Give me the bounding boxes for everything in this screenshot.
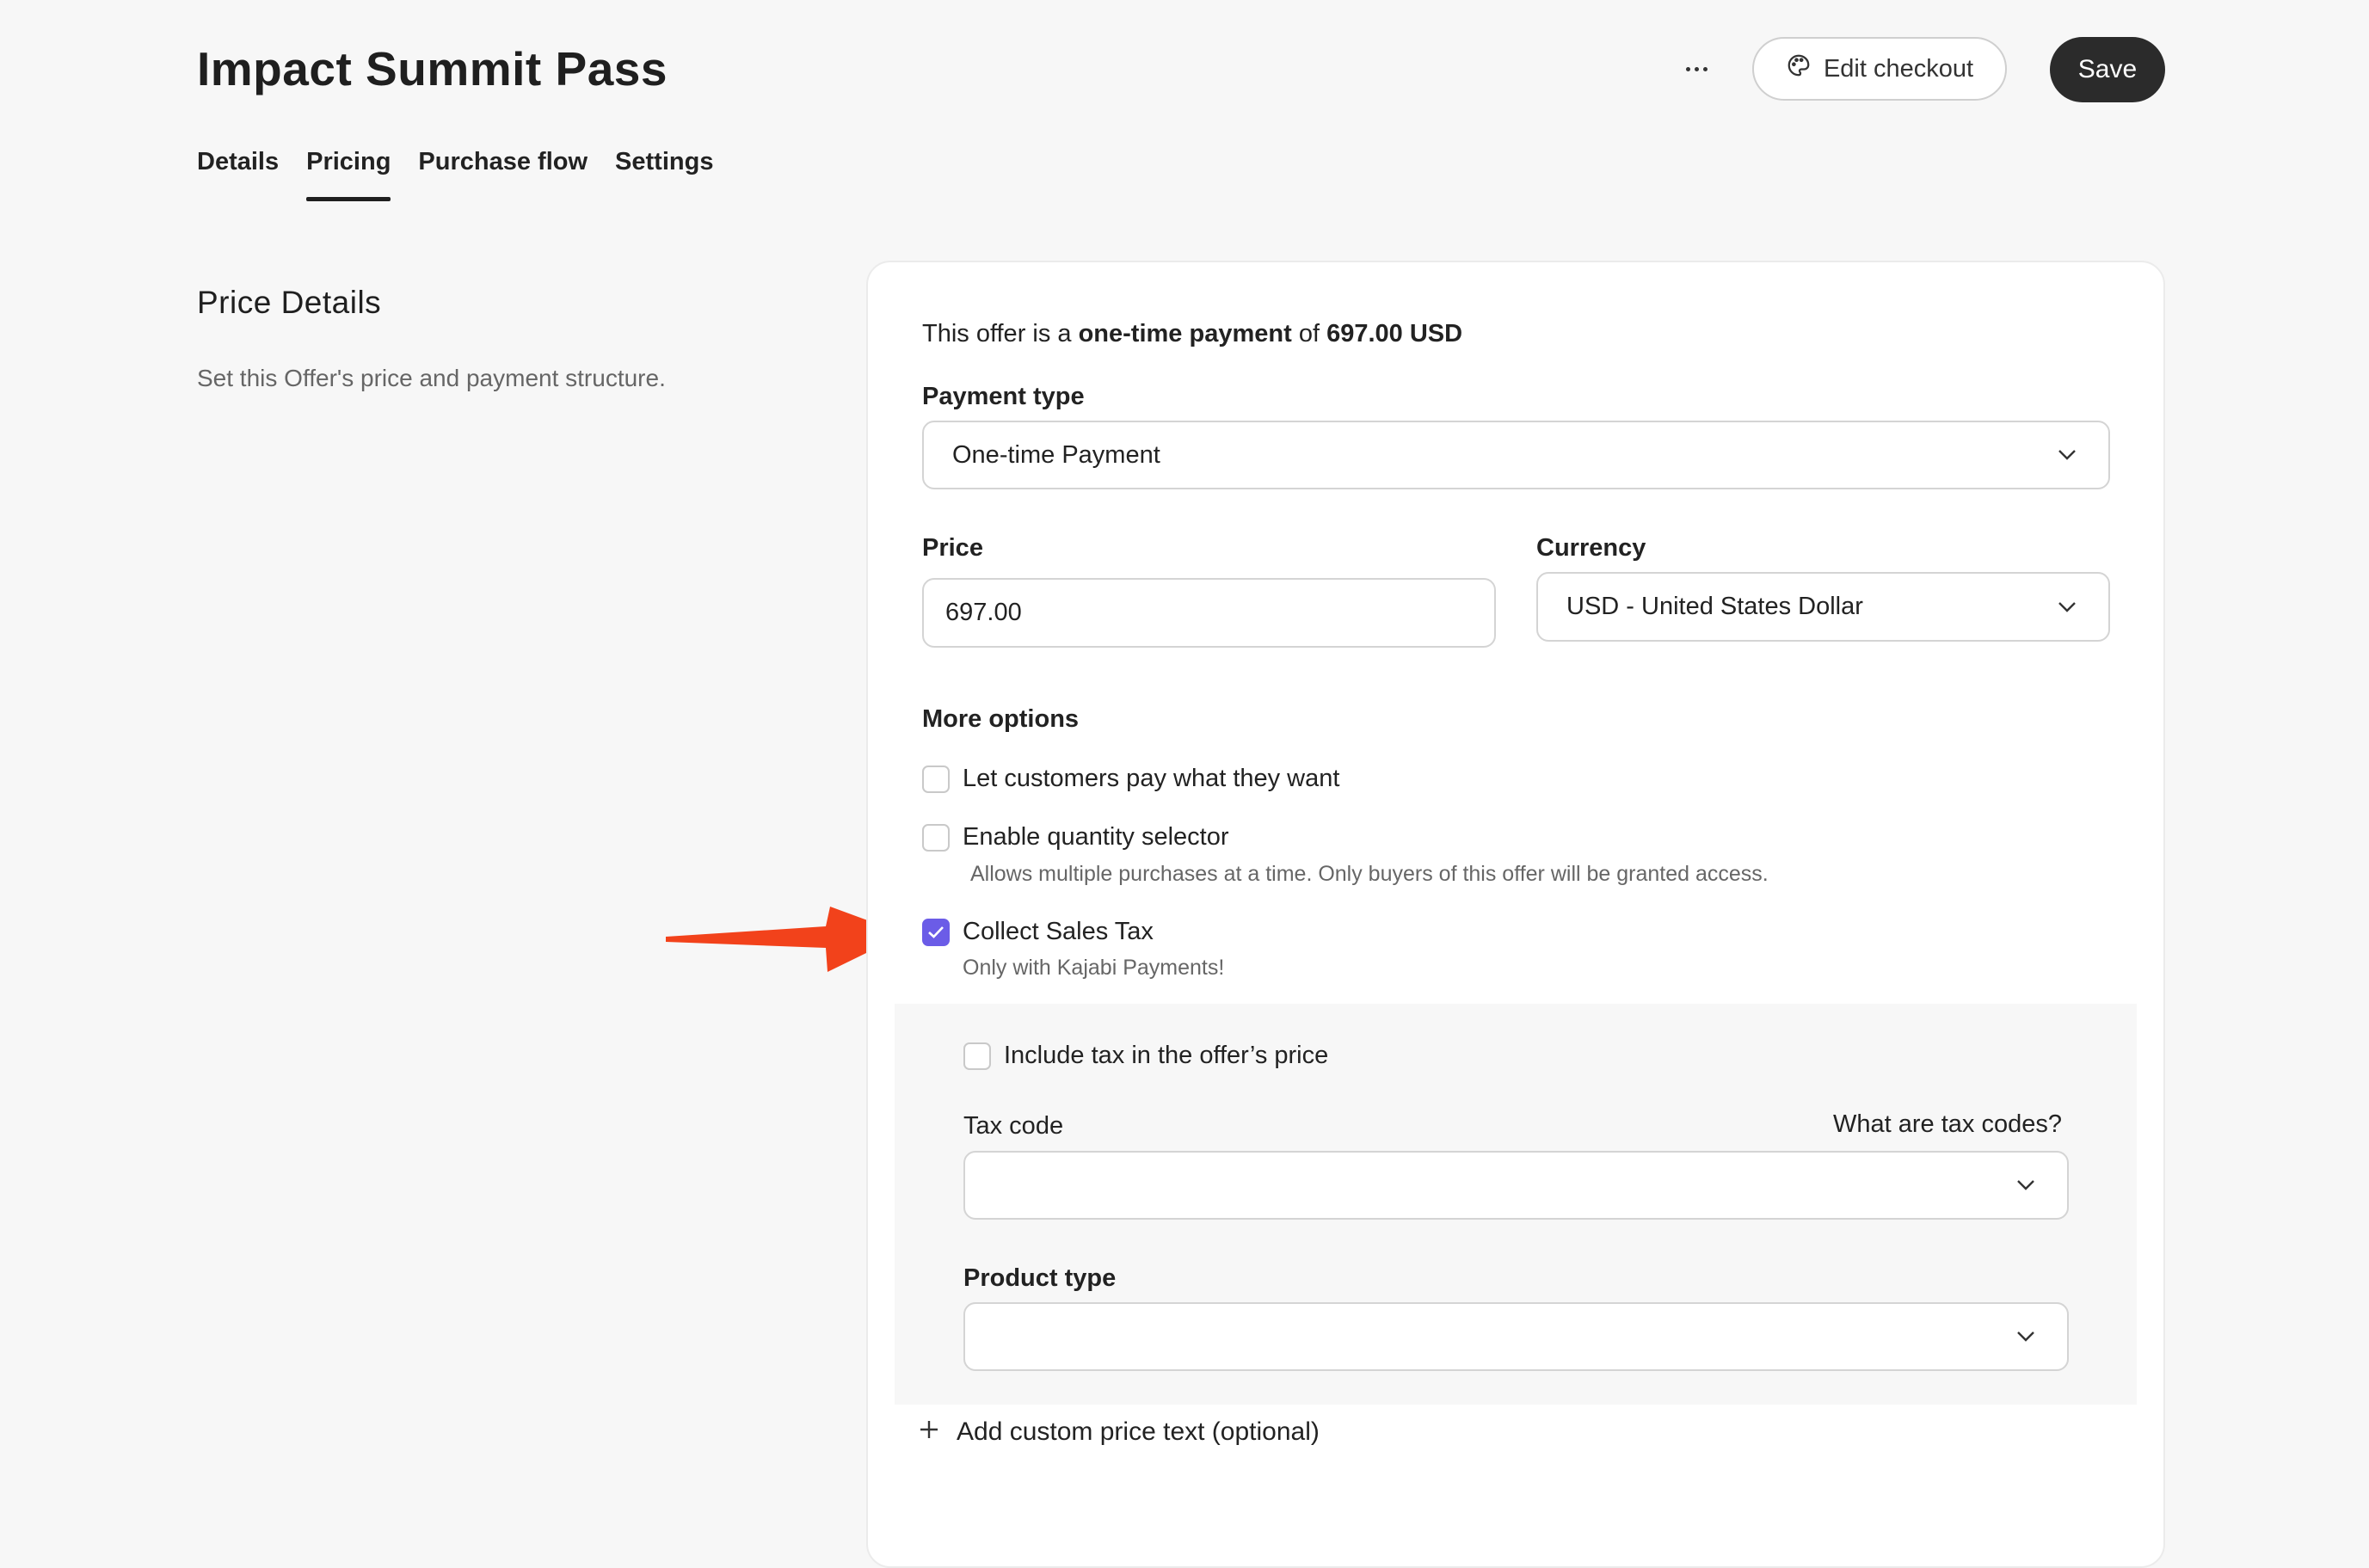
save-button[interactable]: Save bbox=[2050, 37, 2165, 102]
plus-icon bbox=[919, 1417, 939, 1447]
chevron-down-icon bbox=[2005, 1179, 2046, 1191]
quantity-selector-checkbox[interactable] bbox=[922, 824, 950, 852]
product-type-select[interactable] bbox=[963, 1302, 2069, 1371]
edit-checkout-button[interactable]: Edit checkout bbox=[1752, 37, 2007, 101]
tab-pricing[interactable]: Pricing bbox=[306, 145, 391, 201]
collect-sales-tax-label[interactable]: Collect Sales Tax bbox=[963, 914, 1154, 949]
price-input[interactable]: 697.00 bbox=[922, 578, 1496, 648]
chevron-down-icon bbox=[2005, 1331, 2046, 1343]
more-horizontal-icon bbox=[1685, 66, 1690, 71]
price-value: 697.00 bbox=[945, 599, 1022, 626]
more-options-label: More options bbox=[922, 705, 1080, 733]
payment-type-select[interactable]: One-time Payment bbox=[922, 421, 2110, 489]
include-tax-checkbox[interactable] bbox=[963, 1042, 991, 1070]
tax-code-select[interactable] bbox=[963, 1151, 2069, 1220]
tab-details[interactable]: Details bbox=[197, 145, 279, 201]
price-label: Price bbox=[922, 534, 983, 562]
collect-sales-tax-helper: Only with Kajabi Payments! bbox=[963, 956, 1225, 980]
more-options-button[interactable] bbox=[1672, 45, 1720, 93]
product-type-label: Product type bbox=[963, 1264, 1117, 1292]
edit-checkout-label: Edit checkout bbox=[1823, 54, 1974, 83]
collect-sales-tax-checkbox[interactable] bbox=[922, 919, 950, 946]
tab-bar: Details Pricing Purchase flow Settings bbox=[197, 145, 713, 201]
chevron-down-icon bbox=[2046, 601, 2088, 613]
payment-kind: one-time payment bbox=[1078, 320, 1292, 347]
pay-what-they-want-checkbox[interactable] bbox=[922, 766, 950, 793]
payment-type-value: One-time Payment bbox=[952, 440, 1160, 469]
quantity-selector-helper: Allows multiple purchases at a time. Onl… bbox=[970, 862, 1769, 886]
currency-value: USD - United States Dollar bbox=[1566, 593, 1863, 620]
offer-amount: 697.00 USD bbox=[1326, 320, 1463, 347]
palette-icon bbox=[1786, 52, 1812, 85]
quantity-selector-label[interactable]: Enable quantity selector bbox=[963, 820, 1229, 854]
tax-code-label: Tax code bbox=[963, 1112, 1064, 1140]
add-custom-price-text-label: Add custom price text (optional) bbox=[957, 1417, 1320, 1446]
section-title: Price Details bbox=[197, 285, 382, 320]
include-tax-label[interactable]: Include tax in the offer’s price bbox=[1004, 1038, 1328, 1073]
payment-type-label: Payment type bbox=[922, 383, 1085, 410]
pay-what-they-want-label[interactable]: Let customers pay what they want bbox=[963, 761, 1339, 796]
offer-summary: This offer is a one-time payment of 697.… bbox=[922, 320, 1463, 347]
tab-settings[interactable]: Settings bbox=[615, 145, 713, 201]
page-title: Impact Summit Pass bbox=[197, 42, 668, 95]
checkmark-icon bbox=[928, 926, 944, 938]
chevron-down-icon bbox=[2046, 449, 2088, 461]
section-description: Set this Offer's price and payment struc… bbox=[197, 365, 666, 391]
currency-label: Currency bbox=[1536, 534, 1646, 562]
add-custom-price-text-button[interactable]: Add custom price text (optional) bbox=[919, 1417, 1320, 1447]
tax-codes-help-link[interactable]: What are tax codes? bbox=[1833, 1107, 2062, 1141]
tab-purchase-flow[interactable]: Purchase flow bbox=[418, 145, 588, 201]
currency-select[interactable]: USD - United States Dollar bbox=[1536, 572, 2110, 642]
